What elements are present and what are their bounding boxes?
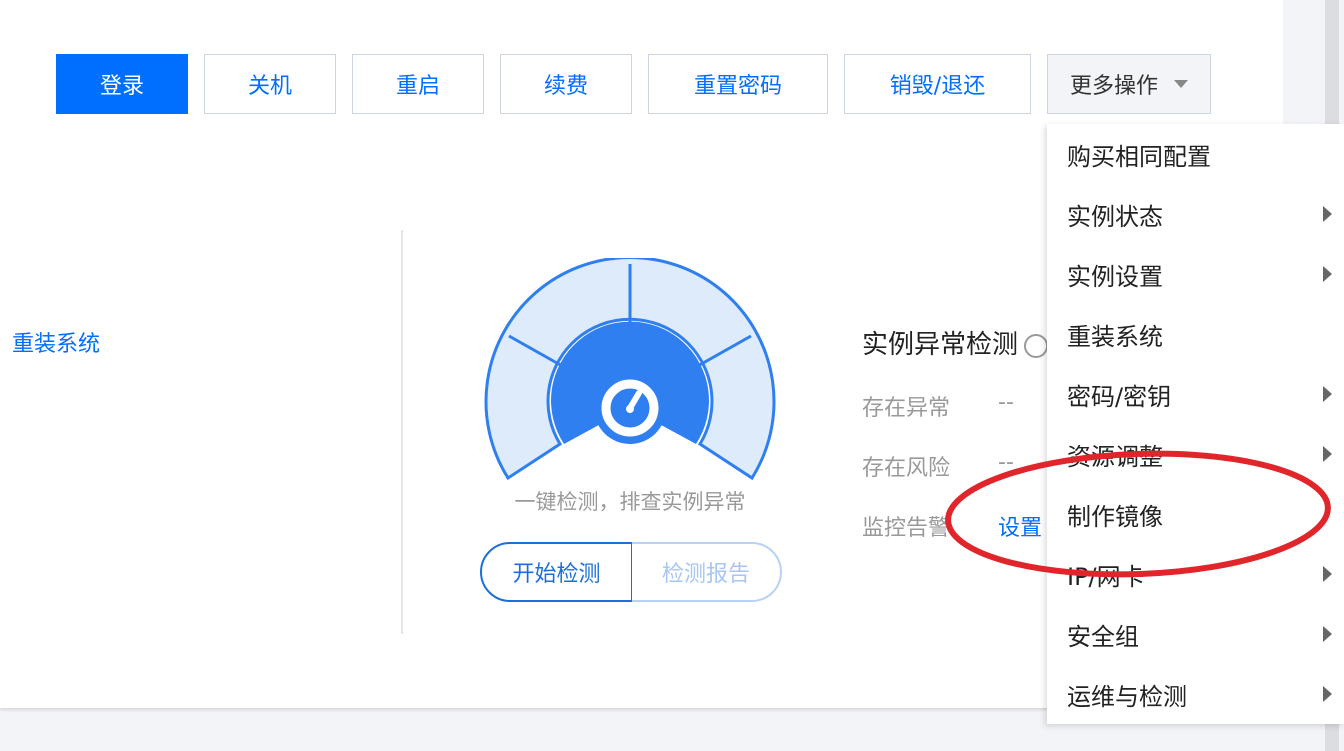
- caret-right-icon: [1323, 566, 1332, 582]
- caret-right-icon: [1323, 206, 1332, 222]
- caret-right-icon: [1323, 266, 1332, 282]
- caret-right-icon: [1323, 446, 1332, 462]
- more-actions-button[interactable]: 更多操作: [1047, 54, 1211, 114]
- menu-item-resource-adjust[interactable]: 资源调整: [1047, 424, 1344, 484]
- detection-title-text: 实例异常检测: [862, 330, 1019, 360]
- menu-item-create-image[interactable]: 制作镜像: [1047, 484, 1344, 544]
- shutdown-button[interactable]: 关机: [204, 54, 336, 114]
- risk-label: 存在风险: [862, 456, 951, 481]
- menu-item-label: 实例设置: [1067, 262, 1163, 291]
- caret-down-icon: [1174, 80, 1188, 88]
- menu-item-password-key[interactable]: 密码/密钥: [1047, 364, 1344, 424]
- menu-item-label: 密码/密钥: [1067, 382, 1172, 411]
- more-actions-menu: 购买相同配置 实例状态 实例设置 重装系统 密码/密钥 资源调整 制作镜像 IP…: [1047, 124, 1344, 724]
- anomaly-value: --: [998, 390, 1014, 415]
- detection-report-button[interactable]: 检测报告: [632, 542, 782, 602]
- menu-item-buy-same-config[interactable]: 购买相同配置: [1047, 124, 1344, 184]
- menu-item-instance-settings[interactable]: 实例设置: [1047, 244, 1344, 304]
- menu-item-label: 资源调整: [1067, 442, 1163, 471]
- caret-right-icon: [1323, 686, 1332, 702]
- alarm-settings-link[interactable]: 设置: [998, 510, 1042, 542]
- caret-right-icon: [1323, 626, 1332, 642]
- section-divider: [401, 230, 403, 634]
- menu-item-label: IP/网卡: [1067, 562, 1145, 591]
- alarm-label: 监控告警: [862, 516, 951, 541]
- more-actions-label: 更多操作: [1069, 74, 1158, 99]
- reset-password-button[interactable]: 重置密码: [648, 54, 828, 114]
- restart-button[interactable]: 重启: [352, 54, 484, 114]
- destroy-return-button[interactable]: 销毁/退还: [844, 54, 1031, 114]
- menu-item-label: 实例状态: [1067, 202, 1163, 231]
- menu-item-ops-detection[interactable]: 运维与检测: [1047, 664, 1344, 724]
- renew-button[interactable]: 续费: [500, 54, 632, 114]
- reinstall-system-link[interactable]: 重装系统: [12, 326, 100, 358]
- info-icon[interactable]: [1024, 333, 1049, 358]
- menu-item-label: 重装系统: [1067, 322, 1163, 351]
- menu-item-label: 安全组: [1067, 622, 1139, 651]
- speedometer-icon: [484, 258, 776, 481]
- menu-item-security-group[interactable]: 安全组: [1047, 604, 1344, 664]
- caret-right-icon: [1323, 386, 1332, 402]
- menu-item-label: 制作镜像: [1067, 502, 1163, 531]
- anomaly-label: 存在异常: [862, 396, 951, 421]
- detection-caption: 一键检测，排查实例异常: [514, 490, 746, 514]
- login-button[interactable]: 登录: [56, 54, 188, 114]
- risk-value: --: [998, 450, 1014, 475]
- menu-item-label: 运维与检测: [1067, 682, 1187, 711]
- menu-item-label: 购买相同配置: [1067, 142, 1211, 171]
- detection-title: 实例异常检测: [862, 324, 1049, 361]
- start-detection-button[interactable]: 开始检测: [480, 542, 633, 602]
- menu-item-reinstall-system[interactable]: 重装系统: [1047, 304, 1344, 364]
- menu-item-ip-nic[interactable]: IP/网卡: [1047, 544, 1344, 604]
- menu-item-instance-status[interactable]: 实例状态: [1047, 184, 1344, 244]
